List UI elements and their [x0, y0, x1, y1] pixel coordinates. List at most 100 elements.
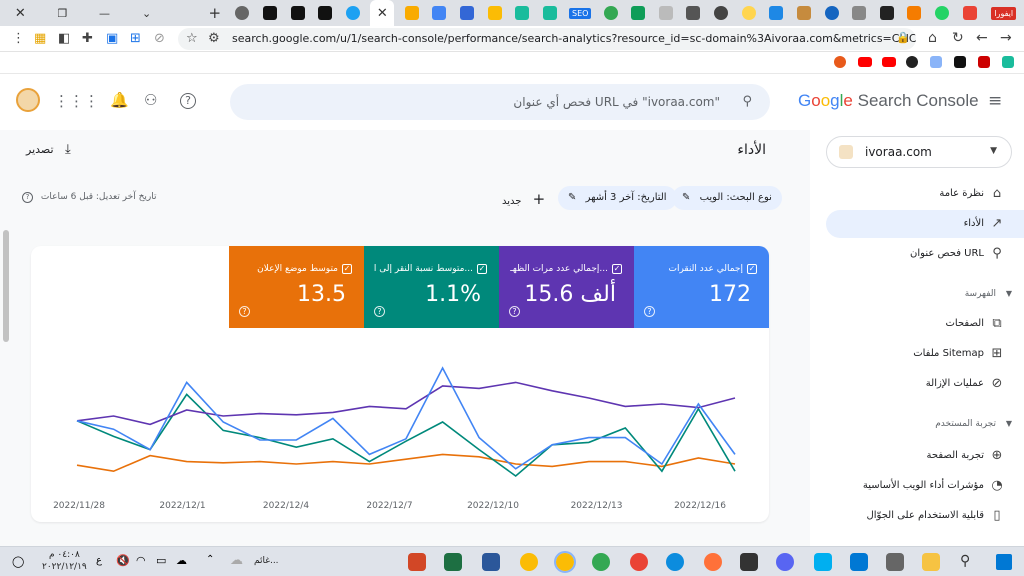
tab-favicon-tiktok[interactable]: [315, 2, 336, 24]
metric-card-clicks[interactable]: إجمالي عدد النقرات ✓ 172 ?: [634, 246, 769, 328]
puzzle-icon[interactable]: ✚: [82, 32, 93, 45]
metric-card-avg-ctr[interactable]: متوسط نسبة النقر إلى ا... ✓ 1.1% ?: [364, 246, 499, 328]
tab-favicon[interactable]: [457, 2, 478, 24]
weather-text[interactable]: غائم...: [254, 556, 279, 566]
tab-search-icon[interactable]: ⌄: [136, 2, 157, 24]
tab-favicon[interactable]: [540, 2, 561, 24]
help-icon[interactable]: ?: [180, 93, 196, 109]
metric-card-impressions[interactable]: إجمالي عدد مرات الظهـ... ✓ 15.6 ألف ?: [499, 246, 634, 328]
checkbox-checked-icon[interactable]: ✓: [477, 264, 487, 274]
start-button[interactable]: [996, 554, 1012, 570]
checkbox-checked-icon[interactable]: ✓: [612, 264, 622, 274]
chrome-icon[interactable]: [630, 553, 648, 571]
notifications-bell-icon[interactable]: 🔔: [110, 93, 129, 108]
clock[interactable]: ٠٤:٠٨ م ٢٠٢٢/١٢/١٩: [42, 549, 87, 573]
edge-icon[interactable]: [666, 553, 684, 571]
translate-icon[interactable]: ⊞: [130, 32, 141, 45]
address-bar[interactable]: ☆ ⚙ search.google.com/u/1/search-console…: [178, 28, 916, 50]
tab-favicon[interactable]: [600, 2, 621, 24]
tab-favicon[interactable]: [738, 2, 759, 24]
cast-icon[interactable]: ▣: [106, 32, 118, 45]
filter-chip-search-type[interactable]: ✎ نوع البحث: الويب: [672, 186, 782, 210]
new-filter-button[interactable]: جديد +: [502, 190, 545, 208]
battery-icon[interactable]: ▭: [156, 554, 166, 567]
skype-icon[interactable]: [814, 553, 832, 571]
forward-icon[interactable]: ←: [976, 31, 988, 45]
ext-icon[interactable]: [1002, 56, 1014, 68]
tiktok-icon[interactable]: [954, 56, 966, 68]
wifi-icon[interactable]: ◠: [136, 554, 146, 567]
store-icon[interactable]: [850, 553, 868, 571]
onedrive-icon[interactable]: ☁: [176, 554, 187, 567]
url-inspect-search[interactable]: فحص أي عنوان URL في "ivoraa.com" ⚲: [230, 84, 770, 120]
tab-favicon[interactable]: [683, 2, 704, 24]
sidebar-item-overview[interactable]: نظرة عامة ⌂: [826, 180, 1024, 208]
new-tab-icon[interactable]: +: [204, 2, 225, 24]
export-button[interactable]: تصدير ⤓: [26, 142, 71, 157]
tab-favicon-link[interactable]: [766, 2, 787, 24]
minimize-icon[interactable]: —: [94, 2, 115, 24]
search-icon[interactable]: ⚲: [960, 553, 970, 569]
powerpoint-icon[interactable]: [408, 553, 426, 571]
extension-icon[interactable]: ▦: [34, 32, 46, 45]
bookmark-star-icon[interactable]: ☆: [186, 32, 198, 45]
sidebar-item-url-inspection[interactable]: فحص عنوان URL ⚲: [826, 240, 1024, 268]
help-icon[interactable]: ?: [644, 306, 655, 317]
series-line[interactable]: [76, 453, 736, 473]
sidebar-item-pages[interactable]: الصفحات ⧉: [826, 310, 1024, 338]
tab-favicon[interactable]: [821, 2, 842, 24]
show-hidden-icons[interactable]: ⌃: [206, 554, 214, 565]
sidebar-item-removals[interactable]: عمليات الإزالة ⊘: [826, 370, 1024, 398]
firefox-icon[interactable]: [704, 553, 722, 571]
search-icon[interactable]: ⚲: [742, 95, 752, 108]
word-icon[interactable]: [482, 553, 500, 571]
ext-icon[interactable]: [930, 56, 942, 68]
file-explorer-icon[interactable]: [922, 553, 940, 571]
tab-favicon[interactable]: [794, 2, 815, 24]
active-tab-close-icon[interactable]: ✕: [370, 0, 395, 26]
metric-card-avg-position[interactable]: متوسط موضع الإعلان ✓ 13.5 ?: [229, 246, 364, 328]
collapse-icon[interactable]: ▼: [1006, 284, 1012, 304]
tab-favicon-drive[interactable]: [628, 2, 649, 24]
tab-favicon-settings[interactable]: [711, 2, 732, 24]
sidepanel-icon[interactable]: ◧: [58, 32, 70, 45]
discord-icon[interactable]: [776, 553, 794, 571]
sidebar-item-core-web-vitals[interactable]: مؤشرات أداء الويب الأساسية ◔: [826, 472, 1024, 500]
excel-icon[interactable]: [444, 553, 462, 571]
volume-muted-icon[interactable]: 🔇: [116, 554, 130, 567]
chrome-icon[interactable]: [520, 553, 538, 571]
tab-favicon[interactable]: [849, 2, 870, 24]
property-selector[interactable]: ivoraa.com ▼: [826, 136, 1012, 168]
weather-icon[interactable]: ☁: [230, 553, 243, 568]
tab-favicon-twitter[interactable]: [342, 2, 363, 24]
tab-seo[interactable]: SEO: [567, 2, 593, 24]
chevron-down-icon[interactable]: ▼: [990, 146, 997, 156]
tab-favicon-tiktok[interactable]: [260, 2, 281, 24]
help-icon[interactable]: ?: [239, 306, 250, 317]
scrollbar[interactable]: [3, 230, 9, 342]
performance-line-chart[interactable]: 2022/11/28 2022/12/1 2022/12/4 2022/12/7 202…: [31, 328, 769, 522]
tab-favicon-whatsapp[interactable]: [932, 2, 953, 24]
notification-icon[interactable]: ◯: [12, 555, 24, 568]
avatar[interactable]: [16, 88, 40, 112]
series-line[interactable]: [76, 366, 736, 470]
ext-icon[interactable]: [834, 56, 846, 68]
site-settings-icon[interactable]: ⚙: [208, 32, 220, 45]
restore-window-icon[interactable]: ❐: [52, 2, 73, 24]
tab-favicon-gmail[interactable]: [959, 2, 980, 24]
close-window-icon[interactable]: ✕: [10, 2, 31, 24]
section-indexing[interactable]: الفهرسة ▼: [826, 284, 1024, 304]
menu-dots-icon[interactable]: ⋮: [12, 32, 25, 45]
back-icon[interactable]: →: [1000, 31, 1012, 45]
tab-favicon[interactable]: [904, 2, 925, 24]
manage-users-icon[interactable]: ⚇: [144, 93, 157, 108]
filter-chip-date[interactable]: ✎ التاريخ: آخر 3 أشهر: [558, 186, 677, 210]
help-icon[interactable]: ?: [22, 192, 33, 203]
tab-favicon-ads[interactable]: [484, 2, 505, 24]
link-icon[interactable]: ⊘: [154, 32, 165, 45]
help-icon[interactable]: ?: [374, 306, 385, 317]
tab-favicon[interactable]: [429, 2, 450, 24]
apps-grid-icon[interactable]: ⋮⋮⋮: [54, 94, 99, 109]
checkbox-checked-icon[interactable]: ✓: [747, 264, 757, 274]
tab-favicon[interactable]: [876, 2, 897, 24]
